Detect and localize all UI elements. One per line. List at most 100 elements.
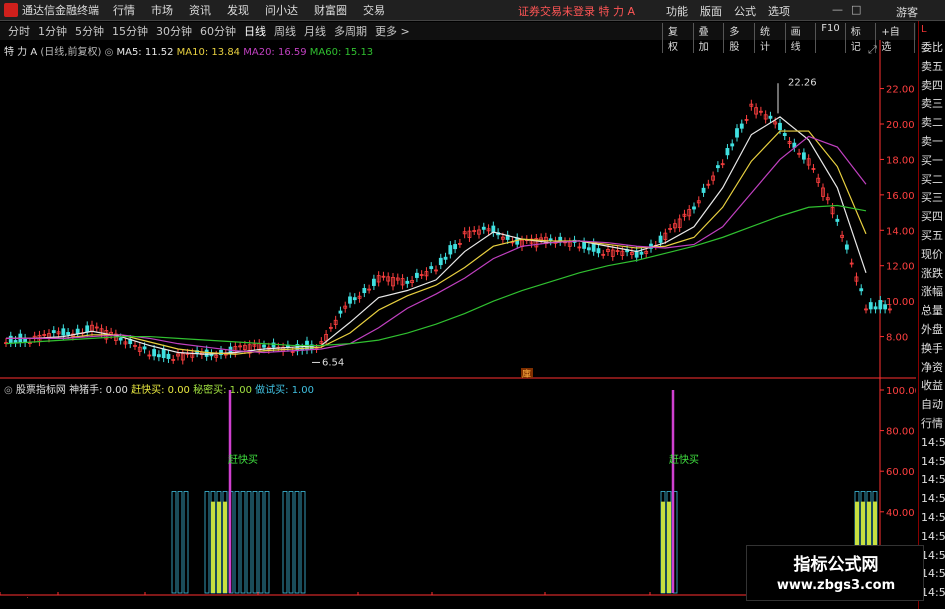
quote-label: 14:50 <box>921 529 945 543</box>
high-price-label: 22.26 <box>788 77 817 88</box>
kline-chart[interactable]: 22.0020.0018.0016.0014.0012.0010.008.002… <box>0 40 916 598</box>
ma20-value: MA20: 16.59 <box>243 47 307 58</box>
menu-trade[interactable]: 交易 <box>363 2 385 18</box>
event-marker-label: 庫 <box>522 368 531 380</box>
quote-label: 卖四 <box>921 78 943 92</box>
candle <box>75 328 80 334</box>
candle <box>142 346 147 350</box>
period-multi[interactable]: 多周期 <box>334 23 367 39</box>
candle <box>715 165 720 169</box>
signal-bar-secret <box>223 501 227 593</box>
quote-label: 行情 <box>921 416 943 430</box>
candle <box>156 354 161 358</box>
period-weekly[interactable]: 周线 <box>274 23 296 39</box>
candle <box>481 226 486 230</box>
menu-markets[interactable]: 市场 <box>151 2 173 18</box>
candle <box>868 302 873 310</box>
candle <box>61 328 66 336</box>
menu-market[interactable]: 行情 <box>113 2 135 18</box>
ma10-value: MA10: 13.84 <box>176 47 241 58</box>
x-tick-label: 2014年 <box>2 596 34 598</box>
y-tick-label: 22.00 <box>886 85 915 96</box>
candle <box>844 244 849 250</box>
ma-line-ma10 <box>6 130 867 355</box>
period-1min[interactable]: 1分钟 <box>38 23 67 39</box>
menu-options[interactable]: 选项 <box>768 3 790 19</box>
candle <box>835 218 840 222</box>
maximize-icon[interactable]: □ <box>851 3 861 16</box>
menu-layout[interactable]: 版面 <box>700 3 722 19</box>
menu-wealth[interactable]: 财富圈 <box>314 2 347 18</box>
quote-label: 买一 <box>921 153 943 167</box>
ind-y-tick-label: 60.00 <box>886 467 915 478</box>
candle <box>586 247 591 251</box>
quote-label: 14:50 <box>921 454 945 468</box>
login-notice[interactable]: 证券交易未登录 特 力 A <box>518 3 635 19</box>
menu-ask[interactable]: 问小达 <box>265 2 298 18</box>
indicator-v2: 赶快买: 0.00 <box>131 385 190 396</box>
candle <box>429 266 434 270</box>
candle <box>658 235 663 243</box>
signal-bar-test <box>234 491 240 594</box>
signal-bar-test <box>171 491 177 594</box>
menu-discover[interactable]: 发现 <box>227 2 249 18</box>
y-tick-label: 18.00 <box>886 155 915 166</box>
candle <box>582 241 587 249</box>
indicator-v3: 秘密买: 1.00 <box>193 385 252 396</box>
signal-bar-test <box>177 491 183 594</box>
candle <box>735 128 739 138</box>
period-5min[interactable]: 5分钟 <box>75 23 104 39</box>
period-daily[interactable]: 日线 <box>244 23 266 39</box>
candle <box>66 332 71 335</box>
quote-panel-header: L <box>921 24 927 35</box>
candle <box>801 152 806 160</box>
period-more[interactable]: 更多 > <box>375 23 410 39</box>
candle <box>778 122 782 131</box>
candle <box>873 306 878 310</box>
indicator-icon[interactable]: ◎ <box>4 385 16 396</box>
period-15min[interactable]: 15分钟 <box>112 23 148 39</box>
settings-icon[interactable]: ◎ <box>105 47 117 58</box>
period-60min[interactable]: 60分钟 <box>200 23 236 39</box>
candle <box>692 206 696 210</box>
menu-function[interactable]: 功能 <box>666 3 688 19</box>
app-name: 通达信金融终端 <box>22 4 99 17</box>
indicator-legend: ◎ 股票指标网 神猪手: 0.00 赶快买: 0.00 秘密买: 1.00 做试… <box>4 381 314 396</box>
signal-bar-secret <box>217 501 221 593</box>
app-logo-icon <box>4 3 18 17</box>
candle <box>438 257 443 266</box>
y-tick-label: 14.00 <box>886 226 915 237</box>
ma-line-ma5 <box>6 116 867 355</box>
signal-bar-test <box>240 491 246 594</box>
watermark-title: 指标公式网 <box>793 555 879 575</box>
period-intraday[interactable]: 分时 <box>8 23 30 39</box>
signal-bar-test <box>246 491 252 594</box>
indicator-name[interactable]: 股票指标网 <box>16 385 66 396</box>
quote-label: 买五 <box>921 228 943 242</box>
buy-signal-label: 赶快买 <box>669 453 699 466</box>
ind-y-tick-label: 100.00 <box>886 386 916 397</box>
candle <box>85 325 90 333</box>
y-tick-label: 12.00 <box>886 262 915 273</box>
quote-label: 委比 <box>921 41 943 54</box>
candle <box>51 330 56 334</box>
signal-bar-test <box>252 491 258 594</box>
minimize-icon[interactable]: — <box>832 3 843 16</box>
menu-formula[interactable]: 公式 <box>734 3 756 19</box>
ma60-value: MA60: 15.13 <box>309 47 374 58</box>
period-monthly[interactable]: 月线 <box>304 23 326 39</box>
signal-bar-test <box>288 491 294 594</box>
menu-news[interactable]: 资讯 <box>189 2 211 18</box>
fullscreen-icon[interactable]: ⤢ <box>868 43 877 57</box>
candle <box>443 256 448 260</box>
quote-label: 换手 <box>921 341 943 355</box>
candle <box>701 187 706 193</box>
candle <box>639 251 644 255</box>
quote-label: 总量 <box>921 304 943 318</box>
period-30min[interactable]: 30分钟 <box>156 23 192 39</box>
guest-label[interactable]: 游客 <box>896 4 918 20</box>
quote-label: 14:50 <box>921 435 945 449</box>
menu-bar: 通达信金融终端 行情 市场 资讯 发现 问小达 财富圈 交易 证券交易未登录 特… <box>0 0 945 21</box>
candle <box>405 280 410 284</box>
candle <box>725 148 730 156</box>
